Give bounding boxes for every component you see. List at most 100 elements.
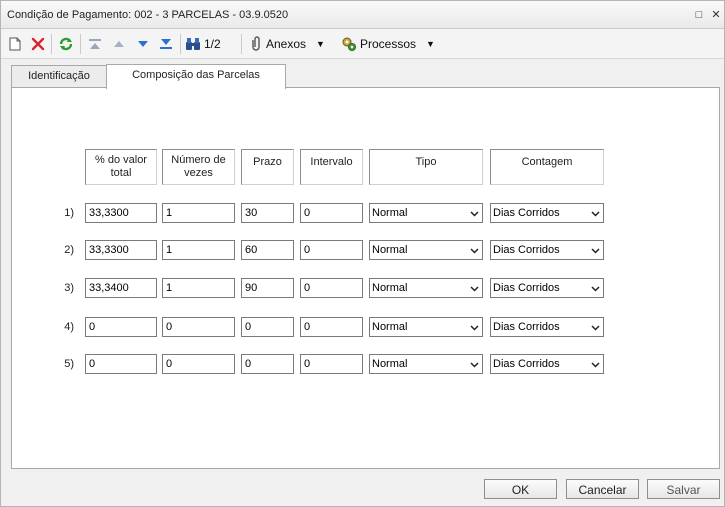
tipo-select-value: Normal	[372, 321, 408, 333]
close-icon[interactable]: ✕	[710, 9, 722, 21]
chevron-down-icon	[591, 362, 600, 368]
paperclip-icon	[252, 36, 260, 51]
prazo-input[interactable]	[241, 354, 294, 374]
tipo-select-value: Normal	[372, 282, 408, 294]
contagem-select-value: Dias Corridos	[493, 321, 560, 333]
search-button[interactable]: 1/2	[185, 33, 233, 55]
toolbar-separator	[51, 34, 52, 54]
header-tipo: Tipo	[369, 149, 483, 185]
installments-panel: % do valor total Número de vezes Prazo I…	[11, 87, 720, 469]
first-record-icon	[89, 39, 101, 49]
pct-valor-input[interactable]	[85, 317, 157, 337]
new-document-icon	[9, 37, 21, 51]
previous-record-button[interactable]	[109, 33, 129, 55]
tipo-select[interactable]: Normal	[369, 203, 483, 223]
header-intervalo: Intervalo	[300, 149, 363, 185]
intervalo-input[interactable]	[300, 278, 363, 298]
pct-valor-input[interactable]	[85, 240, 157, 260]
chevron-down-icon	[591, 286, 600, 292]
numero-vezes-input[interactable]	[162, 354, 235, 374]
contagem-select-value: Dias Corridos	[493, 244, 560, 256]
contagem-select-value: Dias Corridos	[493, 358, 560, 370]
header-contagem: Contagem	[490, 149, 604, 185]
contagem-select[interactable]: Dias Corridos	[490, 317, 604, 337]
numero-vezes-input[interactable]	[162, 240, 235, 260]
contagem-select[interactable]: Dias Corridos	[490, 278, 604, 298]
last-record-button[interactable]	[156, 33, 176, 55]
chevron-down-icon	[591, 211, 600, 217]
tab-label: Identificação	[28, 70, 90, 82]
numero-vezes-input[interactable]	[162, 203, 235, 223]
numero-vezes-input[interactable]	[162, 317, 235, 337]
pct-valor-input[interactable]	[85, 278, 157, 298]
numero-vezes-input[interactable]	[162, 278, 235, 298]
toolbar-separator	[180, 34, 181, 54]
payment-condition-window: Condição de Pagamento: 002 - 3 PARCELAS …	[0, 0, 725, 507]
processos-dropdown-icon: ▼	[426, 39, 435, 49]
row-number: 3)	[64, 282, 74, 294]
contagem-select[interactable]: Dias Corridos	[490, 354, 604, 374]
toolbar-separator	[80, 34, 81, 54]
contagem-select-value: Dias Corridos	[493, 207, 560, 219]
chevron-down-icon	[591, 248, 600, 254]
processos-button[interactable]: Processos ▼	[341, 33, 441, 55]
tab-composicao-parcelas[interactable]: Composição das Parcelas	[106, 64, 286, 89]
refresh-button[interactable]	[55, 33, 77, 55]
tipo-select[interactable]: Normal	[369, 317, 483, 337]
toolbar-separator	[241, 34, 242, 54]
chevron-down-icon	[470, 211, 479, 217]
chevron-down-icon	[470, 362, 479, 368]
prazo-input[interactable]	[241, 278, 294, 298]
header-pct-valor-total: % do valor total	[85, 149, 157, 185]
contagem-select[interactable]: Dias Corridos	[490, 240, 604, 260]
tipo-select[interactable]: Normal	[369, 354, 483, 374]
anexos-dropdown-icon: ▼	[316, 39, 325, 49]
contagem-select[interactable]: Dias Corridos	[490, 203, 604, 223]
binoculars-icon	[186, 38, 200, 50]
next-record-icon	[138, 41, 148, 47]
intervalo-input[interactable]	[300, 317, 363, 337]
contagem-select-value: Dias Corridos	[493, 282, 560, 294]
intervalo-input[interactable]	[300, 240, 363, 260]
next-record-button[interactable]	[133, 33, 153, 55]
window-title: Condição de Pagamento: 002 - 3 PARCELAS …	[7, 9, 289, 21]
cancel-button[interactable]: Cancelar	[566, 479, 639, 499]
anexos-label: Anexos	[266, 37, 307, 51]
pct-valor-input[interactable]	[85, 203, 157, 223]
row-number: 4)	[64, 321, 74, 333]
chevron-down-icon	[470, 325, 479, 331]
chevron-down-icon	[591, 325, 600, 331]
new-document-button[interactable]	[5, 33, 25, 55]
intervalo-input[interactable]	[300, 203, 363, 223]
previous-record-icon	[114, 41, 124, 47]
processos-label: Processos	[360, 37, 417, 51]
tipo-select[interactable]: Normal	[369, 240, 483, 260]
anexos-button[interactable]: Anexos ▼	[249, 33, 333, 55]
restore-icon[interactable]: □	[693, 9, 705, 21]
prazo-input[interactable]	[241, 317, 294, 337]
prazo-input[interactable]	[241, 240, 294, 260]
row-number: 1)	[64, 207, 74, 219]
first-record-button[interactable]	[85, 33, 105, 55]
tipo-select-value: Normal	[372, 244, 408, 256]
tipo-select[interactable]: Normal	[369, 278, 483, 298]
chevron-down-icon	[470, 248, 479, 254]
delete-icon	[31, 37, 45, 51]
tab-identificacao[interactable]: Identificação	[11, 65, 107, 88]
intervalo-input[interactable]	[300, 354, 363, 374]
refresh-icon	[59, 37, 73, 51]
delete-button[interactable]	[28, 33, 48, 55]
last-record-icon	[160, 39, 172, 49]
row-number: 2)	[64, 244, 74, 256]
record-position: 1/2	[204, 37, 221, 51]
ok-button[interactable]: OK	[484, 479, 557, 499]
save-button[interactable]: Salvar	[647, 479, 720, 499]
chevron-down-icon	[470, 286, 479, 292]
pct-valor-input[interactable]	[85, 354, 157, 374]
prazo-input[interactable]	[241, 203, 294, 223]
title-bar: Condição de Pagamento: 002 - 3 PARCELAS …	[1, 1, 724, 29]
tipo-select-value: Normal	[372, 358, 408, 370]
header-numero-vezes: Número de vezes	[162, 149, 235, 185]
toolbar: 1/2 Anexos ▼ Processos ▼	[1, 29, 724, 59]
tipo-select-value: Normal	[372, 207, 408, 219]
